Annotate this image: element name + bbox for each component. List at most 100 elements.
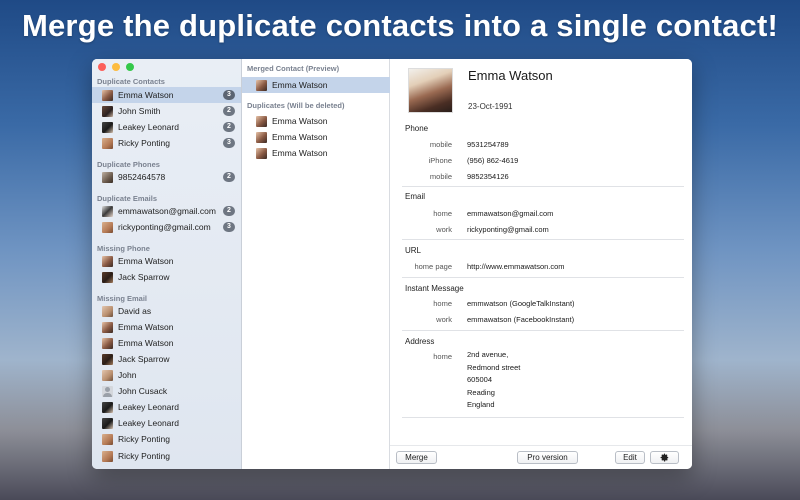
sidebar-item[interactable]: David as: [92, 303, 241, 319]
sidebar-item-label: Leakey Leonard: [118, 418, 179, 428]
merge-preview-panel: Merged Contact (Preview) Emma Watson Dup…: [242, 59, 390, 469]
sidebar-item[interactable]: Jack Sparrow: [92, 351, 241, 367]
address-line: 605004: [467, 375, 493, 384]
sidebar-item[interactable]: John Smith 2: [92, 103, 241, 119]
sidebar-item[interactable]: rickyponting@gmail.com 3: [92, 219, 241, 235]
sidebar-item-label: Emma Watson: [118, 338, 174, 348]
merged-contact-title: Merged Contact (Preview): [247, 64, 340, 73]
avatar: [102, 353, 113, 365]
pro-version-button[interactable]: Pro version: [517, 451, 578, 464]
sidebar-item[interactable]: Emma Watson: [92, 253, 241, 269]
field-value: (956) 862-4619: [467, 156, 519, 165]
field-value: emmawatson (FacebookInstant): [467, 315, 575, 324]
sidebar-item-label: Leakey Leonard: [118, 122, 179, 132]
divider: [402, 330, 684, 331]
phone-section-title: Phone: [405, 124, 429, 133]
avatar: [102, 433, 113, 445]
duplicate-label: Emma Watson: [272, 148, 328, 158]
avatar: [102, 89, 113, 101]
email-section-title: Email: [405, 192, 426, 201]
merged-contact-item[interactable]: Emma Watson: [242, 77, 390, 93]
field-value: rickyponting@gmail.com: [467, 225, 549, 234]
avatar: [256, 147, 267, 159]
sidebar-item-label: Ricky Ponting: [118, 451, 170, 461]
zoom-button[interactable]: [126, 63, 134, 71]
avatar: [102, 205, 113, 217]
headline: Merge the duplicate contacts into a sing…: [21, 8, 779, 43]
sidebar-item-label: Emma Watson: [118, 322, 174, 332]
avatar: [102, 369, 113, 381]
count-badge: 2: [223, 122, 235, 132]
sidebar-item[interactable]: Emma Watson: [92, 319, 241, 335]
sidebar-item[interactable]: Ricky Ponting: [92, 448, 241, 464]
toolbar-separator: [390, 445, 692, 446]
sidebar-item[interactable]: Ricky Ponting 3: [92, 135, 241, 151]
avatar: [256, 115, 267, 127]
avatar: [102, 271, 113, 283]
url-section-title: URL: [405, 246, 422, 255]
count-badge: 2: [223, 106, 235, 116]
sidebar-item[interactable]: Leakey Leonard: [92, 415, 241, 431]
duplicate-item[interactable]: Emma Watson: [242, 145, 390, 161]
person-placeholder-icon: [102, 385, 113, 397]
duplicate-item[interactable]: Emma Watson: [242, 129, 390, 145]
sidebar-item[interactable]: Jack Sparrow: [92, 269, 241, 285]
avatar: [102, 417, 113, 429]
avatar: [256, 79, 267, 91]
duplicate-label: Emma Watson: [272, 132, 328, 142]
close-button[interactable]: [98, 63, 106, 71]
count-badge: 3: [223, 138, 235, 148]
sidebar-item-label: 9852464578: [118, 172, 166, 182]
avatar: [102, 105, 113, 117]
section-title-duplicate-phones: Duplicate Phones: [97, 160, 160, 169]
sidebar-item-label: Ricky Ponting: [118, 138, 170, 148]
settings-button[interactable]: [650, 451, 679, 464]
merge-button[interactable]: Merge: [396, 451, 437, 464]
contact-detail-panel: Emma Watson 23-Oct-1991 Phone mobile 953…: [390, 59, 692, 469]
address-line: 2nd avenue,: [467, 350, 509, 359]
sidebar-item-label: rickyponting@gmail.com: [118, 222, 211, 232]
field-label: home: [433, 299, 452, 308]
address-line: England: [467, 400, 495, 409]
sidebar-item[interactable]: Ricky Ponting: [92, 431, 241, 447]
count-badge: 3: [223, 90, 235, 100]
sidebar-item[interactable]: Leakey Leonard: [92, 399, 241, 415]
avatar: [102, 321, 113, 333]
count-badge: 2: [223, 206, 235, 216]
sidebar-item-label: emmawatson@gmail.com: [118, 206, 216, 216]
count-badge: 2: [223, 172, 235, 182]
sidebar-item[interactable]: Leakey Leonard 2: [92, 119, 241, 135]
divider: [402, 417, 684, 418]
sidebar-item[interactable]: Emma Watson 3: [92, 87, 241, 103]
avatar: [102, 450, 113, 462]
window-controls: [98, 63, 134, 71]
sidebar-item-label: Leakey Leonard: [118, 402, 179, 412]
section-title-duplicate-contacts: Duplicate Contacts: [97, 77, 165, 86]
avatar: [102, 137, 113, 149]
sidebar-item[interactable]: Emma Watson: [92, 335, 241, 351]
sidebar-item[interactable]: emmawatson@gmail.com 2: [92, 203, 241, 219]
sidebar-item-label: John Smith: [118, 106, 161, 116]
avatar: [102, 337, 113, 349]
contact-photo: [408, 68, 453, 113]
field-label: work: [436, 315, 452, 324]
field-label: iPhone: [428, 156, 452, 165]
minimize-button[interactable]: [112, 63, 120, 71]
sidebar-item[interactable]: John Cusack: [92, 383, 241, 399]
avatar: [102, 401, 113, 413]
duplicates-title: Duplicates (Will be deleted): [247, 101, 345, 110]
sidebar-item[interactable]: 9852464578 2: [92, 169, 241, 185]
divider: [402, 186, 684, 187]
address-lines: 2nd avenue, Redmond street 605004 Readin…: [467, 349, 520, 412]
field-value: emmawatson@gmail.com: [467, 209, 554, 218]
avatar: [102, 305, 113, 317]
duplicate-item[interactable]: Emma Watson: [242, 113, 390, 129]
avatar: [256, 131, 267, 143]
count-badge: 3: [223, 222, 235, 232]
field-value: http://www.emmawatson.com: [467, 262, 565, 271]
section-title-missing-email: Missing Email: [97, 294, 148, 303]
sidebar-item[interactable]: John: [92, 367, 241, 383]
contact-name: Emma Watson: [468, 68, 553, 83]
edit-button[interactable]: Edit: [615, 451, 645, 464]
sidebar: Duplicate Contacts Emma Watson 3 John Sm…: [92, 59, 242, 469]
